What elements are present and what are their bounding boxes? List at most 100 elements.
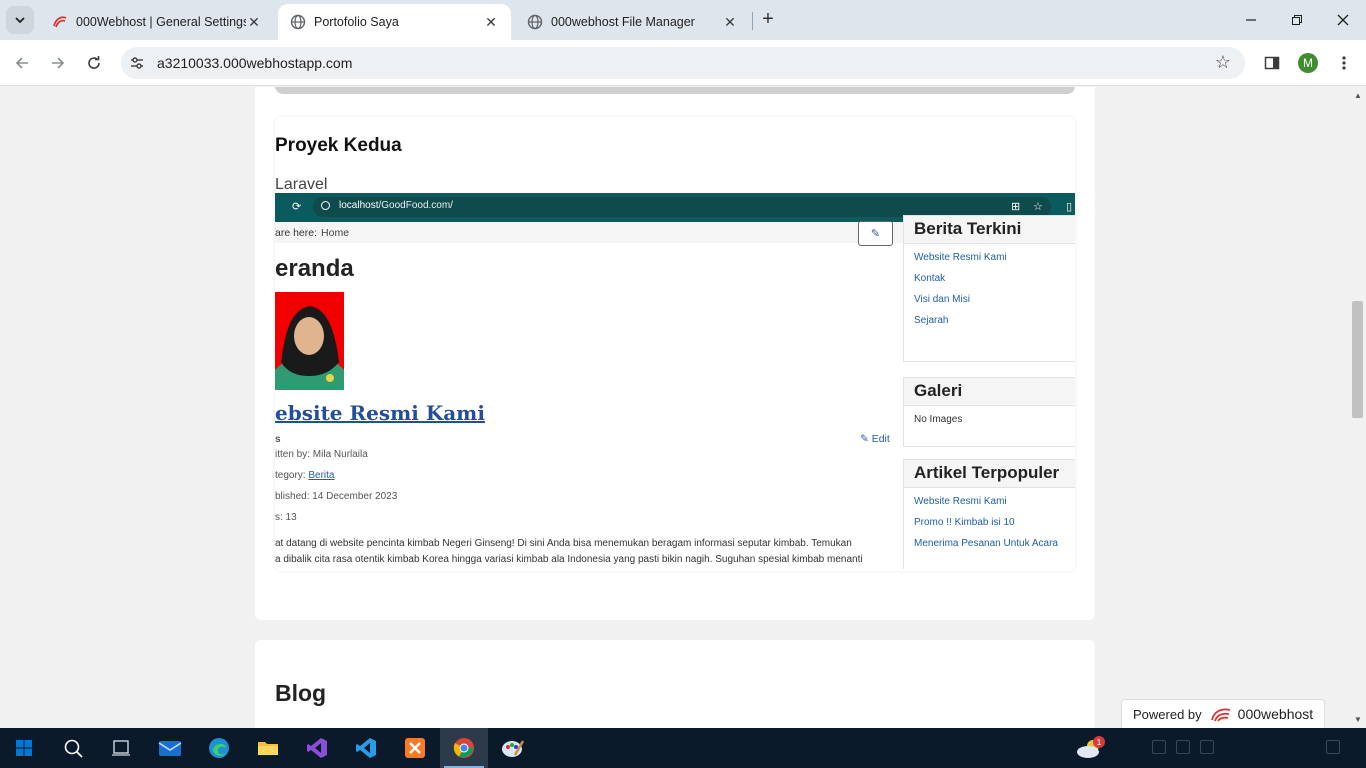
taskbar-paint-app[interactable] (489, 728, 537, 768)
taskbar-edge-app[interactable] (195, 728, 243, 768)
scroll-down-icon[interactable]: ▼ (1354, 715, 1362, 724)
scrollbar-thumb[interactable] (1352, 301, 1363, 418)
vscode-icon (356, 738, 376, 758)
weather-widget[interactable]: 1 (1066, 728, 1114, 768)
blog-heading: Blog (275, 680, 327, 706)
close-icon[interactable]: ✕ (483, 14, 499, 30)
blog-card: Blog (255, 640, 1095, 728)
tab-general-settings[interactable]: 000Webhost | General Settings ✕ (40, 4, 274, 40)
notification-icon[interactable] (1326, 740, 1340, 754)
page-viewport: Proyek Kedua Laravel ⟳ localhost/GoodFoo… (0, 87, 1350, 728)
tray-network-icon[interactable] (1176, 740, 1190, 754)
paint-icon (502, 740, 525, 757)
address-bar[interactable]: a3210033.000webhostapp.com ☆ (121, 47, 1245, 79)
restore-button[interactable] (1274, 0, 1320, 40)
browser-toolbar: a3210033.000webhostapp.com ☆ (0, 40, 1366, 86)
sidebar-heading: Berita Terkini (904, 216, 1075, 244)
taskbar-search-button[interactable] (49, 728, 97, 768)
tray-chevron-icon[interactable] (1128, 740, 1142, 754)
screenshot-breadcrumb: are here: Home (275, 222, 903, 243)
minimize-button[interactable] (1228, 0, 1274, 40)
sidebar-heading: Galeri (904, 378, 1075, 406)
globe-icon (527, 14, 543, 30)
xampp-icon (405, 738, 425, 758)
powered-by-label: Powered by (1133, 706, 1202, 722)
close-icon[interactable]: ✕ (246, 14, 262, 30)
start-button[interactable] (0, 728, 48, 768)
reload-icon: ⟳ (292, 201, 302, 213)
restore-icon (1292, 15, 1302, 25)
site-settings-icon[interactable] (129, 55, 145, 71)
globe-icon (290, 14, 306, 30)
mail-icon (158, 741, 182, 756)
article-meta-author: itten by: Mila Nurlaila (275, 449, 368, 460)
panel-icon: ▯ (1066, 201, 1073, 213)
project-card: Proyek Kedua Laravel ⟳ localhost/GoodFoo… (275, 117, 1075, 571)
taskbar-chrome-app[interactable] (440, 728, 488, 768)
taskbar-explorer-app[interactable] (244, 728, 292, 768)
url-text[interactable]: a3210033.000webhostapp.com (157, 55, 352, 71)
side-panel-icon[interactable] (1262, 53, 1282, 73)
translate-icon: ⊞ (1011, 201, 1021, 213)
close-icon (1337, 14, 1349, 26)
article-title-link: ebsite Resmi Kami (275, 401, 485, 425)
menu-kebab-icon[interactable] (1334, 53, 1354, 73)
bookmark-star-icon[interactable]: ☆ (1215, 52, 1231, 73)
powered-by-badge[interactable]: Powered by 000webhost (1121, 699, 1325, 729)
taskbar-vscode-app[interactable] (342, 728, 390, 768)
webhost-favicon-icon (52, 14, 68, 30)
portfolio-card: Proyek Kedua Laravel ⟳ localhost/GoodFoo… (255, 87, 1095, 620)
article-edit-link: ✎ Edit (860, 433, 890, 445)
project-tech: Laravel (275, 176, 328, 193)
profile-avatar[interactable]: M (1298, 53, 1318, 73)
galeri-empty-text: No Images (914, 414, 963, 425)
back-button[interactable] (8, 49, 36, 77)
taskbar-visual-studio-app[interactable] (293, 728, 341, 768)
scroll-up-icon[interactable]: ▲ (1354, 91, 1362, 100)
taskbar-mail-app[interactable] (146, 728, 194, 768)
visual-studio-icon (307, 738, 327, 758)
tab-file-manager[interactable]: 000webhost File Manager ✕ (515, 4, 750, 40)
search-icon (64, 739, 83, 758)
screenshot-url: localhost/GoodFood.com/ (339, 200, 453, 211)
article-meta-hits: s: 13 (275, 512, 297, 523)
reload-button[interactable] (80, 49, 108, 77)
powered-by-brand: 000webhost (1237, 706, 1314, 722)
close-window-button[interactable] (1320, 0, 1366, 40)
tab-search-button[interactable] (6, 6, 34, 34)
sidebar-link: Website Resmi Kami (914, 496, 1007, 507)
arrow-right-icon (52, 57, 65, 69)
windows-logo-icon (16, 740, 32, 756)
star-icon: ☆ (1033, 201, 1043, 213)
sidebar-link: Kontak (914, 273, 946, 284)
new-tab-button[interactable]: + (757, 8, 779, 30)
tab-title: Portofolio Saya (314, 15, 399, 29)
arrow-left-icon (15, 57, 28, 69)
page-scrollbar[interactable]: ▲ ▼ (1350, 87, 1366, 728)
article-meta-category: tegory: Berita (275, 470, 335, 481)
profile-photo (275, 292, 344, 390)
tray-icon[interactable] (1152, 740, 1166, 754)
tab-title: 000Webhost | General Settings (76, 15, 246, 29)
tab-separator (752, 12, 753, 30)
weather-badge: 1 (1093, 736, 1105, 748)
previous-image-bottom (275, 87, 1075, 94)
info-icon (321, 201, 330, 210)
minimize-icon (1246, 19, 1256, 21)
close-icon[interactable]: ✕ (722, 14, 738, 30)
screenshot-heading: eranda (275, 255, 354, 282)
sidebar-link: Promo !! Kimbab isi 10 (914, 517, 1015, 528)
article-body-line: at datang di website pencinta kimbab Neg… (275, 538, 852, 549)
folder-icon (258, 742, 278, 755)
taskbar-xampp-app[interactable] (391, 728, 439, 768)
sidebar-heading: Artikel Terpopuler (904, 460, 1075, 488)
tab-portofolio[interactable]: Portofolio Saya ✕ (278, 4, 511, 40)
tab-strip: 000Webhost | General Settings ✕ Portofol… (0, 0, 1366, 40)
sidebar-link: Sejarah (914, 315, 949, 326)
edge-icon (209, 738, 229, 758)
chevron-down-icon (15, 17, 25, 24)
tray-volume-icon[interactable] (1200, 740, 1214, 754)
forward-button[interactable] (44, 49, 72, 77)
article-meta-published: blished: 14 December 2023 (275, 491, 398, 502)
task-view-button[interactable] (97, 728, 145, 768)
